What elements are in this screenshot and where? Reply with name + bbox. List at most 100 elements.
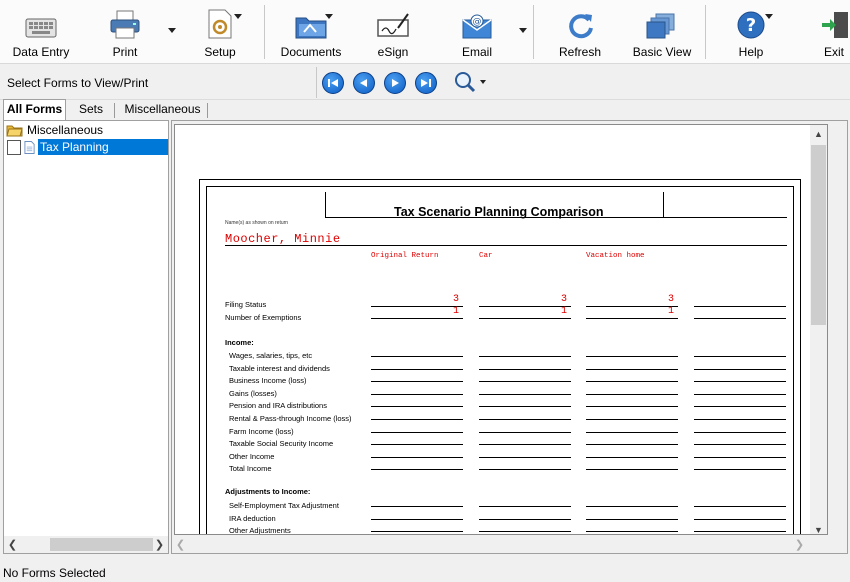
tab-sets[interactable]: Sets	[70, 100, 112, 120]
keyboard-icon	[25, 4, 57, 40]
exemptions-cell	[694, 307, 786, 319]
toolbar-separator	[264, 5, 265, 59]
income-row-cell	[371, 408, 463, 420]
taxpayer-name: Moocher, Minnie	[225, 232, 341, 246]
scroll-thumb[interactable]	[811, 145, 826, 325]
income-row-cell	[694, 433, 786, 446]
scroll-left-icon[interactable]: ❮	[172, 536, 189, 553]
name-caption: Name(s) as shown on return	[225, 220, 289, 226]
next-page-icon[interactable]	[384, 72, 406, 94]
form-preview-pane: Tax Scenario Planning Comparison Name(s)…	[171, 120, 848, 554]
income-row-cell	[371, 446, 463, 458]
income-row-label: Total Income	[229, 464, 272, 474]
tab-miscellaneous[interactable]: Miscellaneous	[120, 100, 205, 120]
income-row-cell	[371, 395, 463, 408]
tab-all-forms[interactable]: All Forms	[3, 99, 66, 120]
nav-separator	[316, 67, 317, 98]
data-entry-button[interactable]: Data Entry	[12, 4, 70, 60]
adjustment-row-label: Other Adjustments	[229, 526, 291, 535]
adjustment-row-label: IRA deduction	[229, 513, 276, 523]
documents-dropdown-icon[interactable]	[325, 14, 333, 19]
income-row-cell	[371, 370, 463, 383]
documents-label: Documents	[280, 45, 342, 59]
filing-status-cell: 3	[479, 294, 571, 307]
income-row-cell	[694, 408, 786, 420]
setup-button[interactable]: Setup	[200, 4, 240, 60]
income-row-cell	[586, 345, 678, 357]
income-row-label: Taxable interest and dividends	[229, 363, 330, 373]
form-page-frame: Tax Scenario Planning Comparison Name(s)…	[206, 186, 794, 535]
income-row-cell	[694, 358, 786, 370]
tab-divider	[207, 103, 208, 118]
income-row-cell	[479, 421, 571, 433]
zoom-button[interactable]	[454, 71, 488, 95]
email-button[interactable]: @ Email	[460, 4, 494, 60]
email-dropdown-icon[interactable]	[519, 28, 527, 33]
cell-value: 1	[560, 306, 567, 317]
magnifier-icon	[455, 72, 486, 93]
folder-icon	[6, 125, 23, 137]
form-preview-canvas: Tax Scenario Planning Comparison Name(s)…	[174, 124, 828, 535]
setup-dropdown-icon[interactable]	[234, 14, 242, 19]
adjustment-row-cell	[586, 495, 678, 507]
scroll-down-icon[interactable]: ▼	[810, 521, 827, 535]
header-divider	[663, 192, 664, 217]
adjustment-row-cell	[479, 520, 571, 533]
tree-item-tax-planning-comparison[interactable]: Tax Planning Comparison	[7, 139, 168, 170]
income-row-cell	[694, 370, 786, 383]
documents-button[interactable]: Documents	[280, 4, 342, 60]
scroll-up-icon[interactable]: ▲	[810, 125, 827, 142]
first-page-icon[interactable]	[322, 72, 344, 94]
income-row-label: Pension and IRA distributions	[229, 401, 327, 411]
income-row-cell	[586, 421, 678, 433]
income-row-cell	[586, 395, 678, 408]
exit-button[interactable]: Exit	[820, 4, 850, 60]
folder-icon	[294, 4, 328, 40]
tree-folder-miscellaneous[interactable]: Miscellaneous	[6, 123, 103, 137]
exemptions-cell: 1	[479, 306, 571, 319]
filing-status-cell	[694, 295, 786, 307]
preview-vertical-scrollbar[interactable]: ▲ ▼	[810, 125, 827, 535]
basic-view-button[interactable]: Basic View	[633, 4, 691, 60]
basic-view-icon	[646, 4, 678, 40]
header-divider	[325, 192, 326, 217]
preview-horizontal-scrollbar[interactable]: ❮ ❯	[172, 536, 828, 553]
help-dropdown-icon[interactable]	[765, 14, 773, 19]
income-row-cell	[694, 446, 786, 458]
adjustment-row-label: Self-Employment Tax Adjustment	[229, 501, 339, 510]
income-row-cell	[371, 358, 463, 370]
refresh-icon	[565, 4, 595, 40]
tree-folder-label: Miscellaneous	[27, 123, 104, 137]
cell-value: 1	[667, 306, 674, 317]
income-row-label: Wages, salaries, tips, etc	[229, 351, 313, 360]
refresh-button[interactable]: Refresh	[559, 4, 601, 60]
column-header-scenario-2: Vacation home	[586, 252, 645, 260]
tree-horizontal-scrollbar[interactable]: ❮ ❯	[4, 536, 168, 553]
scroll-right-icon[interactable]: ❯	[151, 536, 168, 553]
adjustment-row-cell	[694, 508, 786, 520]
form-select-checkbox[interactable]	[7, 139, 21, 155]
esign-button[interactable]: eSign	[374, 4, 412, 60]
income-row-cell	[479, 358, 571, 370]
income-row-cell	[479, 395, 571, 408]
scroll-right-icon[interactable]: ❯	[791, 536, 808, 553]
last-page-icon[interactable]	[415, 72, 437, 94]
row-label-filing-status: Filing Status	[225, 300, 267, 309]
exemptions-cell: 1	[586, 306, 678, 319]
income-row-cell	[586, 458, 678, 471]
print-dropdown-icon[interactable]	[168, 28, 176, 33]
scroll-left-icon[interactable]: ❮	[4, 536, 21, 553]
adjustment-row-cell	[479, 495, 571, 507]
help-button[interactable]: ? Help	[731, 4, 771, 60]
cell-value: 3	[452, 294, 459, 305]
scroll-thumb[interactable]	[50, 538, 153, 551]
forms-tree-panel: Miscellaneous Tax Planning Comparison ❮ …	[3, 120, 169, 554]
email-icon: @	[461, 4, 493, 40]
tree-item-label: Tax Planning Comparison	[38, 139, 168, 170]
adjustment-row-cell	[694, 495, 786, 507]
print-button[interactable]: Print	[107, 4, 143, 60]
previous-page-icon[interactable]	[353, 72, 375, 94]
income-row-label: Taxable Social Security Income	[229, 439, 334, 449]
esign-icon	[376, 4, 410, 40]
income-row-label: Other Income	[229, 451, 275, 461]
